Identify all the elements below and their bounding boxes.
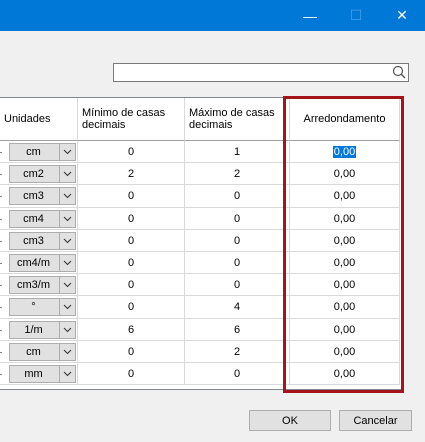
unit-dropdown[interactable]: cm [9,143,76,161]
rounding-cell[interactable]: 0,00 [290,319,400,341]
max-decimals-cell[interactable]: 2 [185,163,290,185]
min-decimals-cell[interactable]: 6 [78,319,185,341]
search-input[interactable] [113,63,409,82]
unit-cell[interactable]: cm [0,341,78,363]
unit-value: cm3/m [17,279,50,291]
max-decimals-cell[interactable]: 4 [185,296,290,319]
max-decimals-cell[interactable]: 0 [185,185,290,208]
rounding-cell[interactable]: 0,00 [290,185,400,208]
min-decimals-cell[interactable]: 0 [78,341,185,363]
header-maximo: Máximo de casas decimais [185,98,290,141]
units-table-panel: Unidades Mínimo de casas decimais Máximo… [0,97,404,390]
chevron-down-icon[interactable] [59,166,75,182]
unit-value: mm [24,368,43,380]
unit-dropdown[interactable]: 1/m [9,321,76,339]
min-decimals-cell[interactable]: 0 [78,252,185,274]
close-button[interactable]: ✕ [379,0,425,31]
unit-dropdown[interactable]: cm3/m [9,276,76,294]
chevron-down-icon[interactable] [59,233,75,249]
unit-value: cm3 [23,190,44,202]
max-decimals-cell[interactable]: 0 [185,230,290,252]
header-arredondamento: Arredondamento [290,98,400,141]
unit-value: cm2 [23,168,44,180]
minimize-button[interactable]: — [287,0,333,31]
unit-cell[interactable]: cm3 [0,230,78,252]
unit-cell[interactable]: ° [0,296,78,319]
min-decimals-cell[interactable]: 0 [78,208,185,230]
rounding-cell[interactable]: 0,00 [290,363,400,385]
unit-cell[interactable]: cm4 [0,208,78,230]
unit-cell[interactable]: cm4/m [0,252,78,274]
rounding-cell[interactable]: 0,00 [290,341,400,363]
min-decimals-cell[interactable]: 0 [78,230,185,252]
chevron-down-icon[interactable] [59,322,75,338]
unit-dropdown[interactable]: cm2 [9,165,76,183]
maximize-button[interactable]: ☐ [333,0,379,31]
min-decimals-cell[interactable]: 0 [78,363,185,385]
unit-cell[interactable]: cm [0,141,78,163]
chevron-down-icon[interactable] [59,366,75,382]
rounding-cell[interactable]: 0,00 [290,141,400,163]
max-decimals-cell[interactable]: 6 [185,319,290,341]
unit-cell[interactable]: mm [0,363,78,385]
max-decimals-cell[interactable]: 0 [185,274,290,296]
unit-value: ° [31,301,36,313]
unit-dropdown[interactable]: cm [9,343,76,361]
chevron-down-icon[interactable] [59,344,75,360]
chevron-down-icon[interactable] [59,299,75,315]
unit-cell[interactable]: cm2 [0,163,78,185]
unit-value: cm3 [23,235,44,247]
chevron-down-icon[interactable] [59,255,75,271]
rounding-cell[interactable]: 0,00 [290,296,400,319]
max-decimals-cell[interactable]: 0 [185,363,290,385]
unit-value: cm4 [23,213,44,225]
unit-dropdown[interactable]: cm4/m [9,254,76,272]
unit-dropdown[interactable]: mm [9,365,76,383]
unit-cell[interactable]: cm3 [0,185,78,208]
unit-value: 1/m [24,324,43,336]
header-unidades: Unidades [0,98,78,141]
max-decimals-cell[interactable]: 2 [185,341,290,363]
chevron-down-icon[interactable] [59,144,75,160]
unit-value: cm4/m [17,257,50,269]
header-minimo: Mínimo de casas decimais [78,98,185,141]
rounding-cell[interactable]: 0,00 [290,163,400,185]
chevron-down-icon[interactable] [59,277,75,293]
rounding-cell[interactable]: 0,00 [290,208,400,230]
rounding-cell[interactable]: 0,00 [290,252,400,274]
chevron-down-icon[interactable] [59,188,75,204]
unit-cell[interactable]: 1/m [0,319,78,341]
title-bar: — ☐ ✕ [0,0,425,31]
unit-cell[interactable]: cm3/m [0,274,78,296]
unit-dropdown[interactable]: cm4 [9,210,76,228]
min-decimals-cell[interactable]: 2 [78,163,185,185]
unit-value: cm [26,346,41,358]
min-decimals-cell[interactable]: 0 [78,274,185,296]
search-icon[interactable] [392,65,406,79]
selected-text: 0,00 [332,145,357,158]
min-decimals-cell[interactable]: 0 [78,296,185,319]
rounding-cell[interactable]: 0,00 [290,274,400,296]
max-decimals-cell[interactable]: 1 [185,141,290,163]
min-decimals-cell[interactable]: 0 [78,185,185,208]
unit-value: cm [26,146,41,158]
unit-dropdown[interactable]: cm3 [9,232,76,250]
ok-button[interactable]: OK [249,410,331,431]
min-decimals-cell[interactable]: 0 [78,141,185,163]
unit-dropdown[interactable]: cm3 [9,187,76,205]
unit-dropdown[interactable]: ° [9,298,76,316]
chevron-down-icon[interactable] [59,211,75,227]
max-decimals-cell[interactable]: 0 [185,208,290,230]
max-decimals-cell[interactable]: 0 [185,252,290,274]
rounding-cell[interactable]: 0,00 [290,230,400,252]
cancel-button[interactable]: Cancelar [339,410,412,431]
